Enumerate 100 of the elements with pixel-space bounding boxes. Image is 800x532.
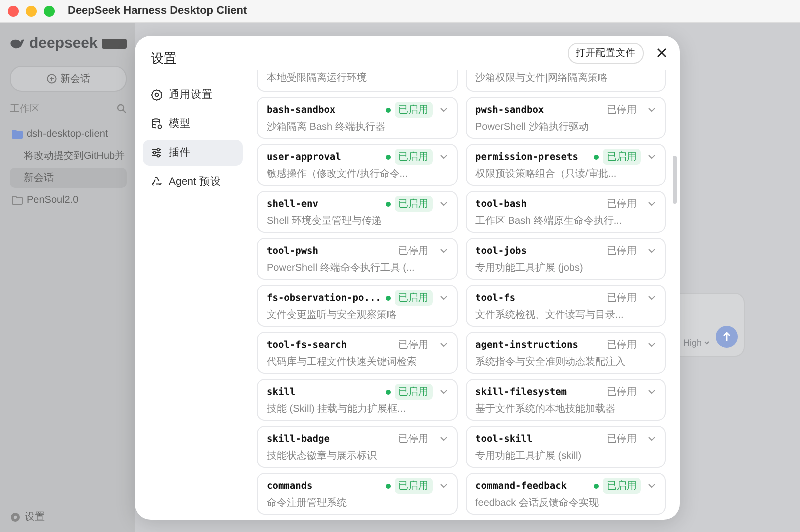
chevron-down-icon[interactable] xyxy=(648,388,656,396)
chevron-down-icon[interactable] xyxy=(440,200,448,208)
plugin-card[interactable]: skill-badge 已停用 技能状态徽章与展示标识 xyxy=(257,426,458,468)
status-badge: 已启用 xyxy=(394,149,432,165)
plugin-description: Shell 环境变量管理与传递 xyxy=(267,214,384,228)
status-label: 已停用 xyxy=(606,245,638,259)
plugin-description: 文件变更监听与安全观察策略 xyxy=(267,308,398,322)
plugin-name: agent-instructions xyxy=(476,340,580,350)
chevron-down-icon xyxy=(704,340,710,346)
plugin-description: 代码库与工程文件快速关键词检索 xyxy=(267,356,418,369)
chevron-down-icon[interactable] xyxy=(648,247,656,255)
plugin-name: command-feedback xyxy=(476,480,568,492)
plugin-description: 沙箱隔离 Bash 终端执行器 xyxy=(267,120,386,134)
plugin-card[interactable]: tool-jobs 已停用 专用功能工具扩展 (jobs) xyxy=(466,238,666,280)
nav-item[interactable]: 插件 xyxy=(143,140,243,166)
status-label: 已停用 xyxy=(606,292,638,306)
plugin-description: PowerShell 沙箱执行驱动 xyxy=(476,120,590,134)
plugin-name: bash-sandbox xyxy=(267,104,337,116)
plugin-description: 本地受限隔离运行环境 xyxy=(267,72,368,85)
whale-icon xyxy=(10,38,26,50)
database-icon xyxy=(151,118,163,130)
plugin-name: tool-bash xyxy=(476,198,528,210)
plugin-description: 专用功能工具扩展 (skill) xyxy=(476,450,583,463)
plugin-name: tool-skill xyxy=(476,434,534,444)
chevron-down-icon[interactable] xyxy=(440,341,448,349)
gear-icon xyxy=(10,512,21,522)
plugin-card[interactable]: pwsh-sandbox 已停用 PowerShell 沙箱执行驱动 xyxy=(466,97,666,139)
plugin-card[interactable]: permission-presets 已启用 权限预设策略组合（只读/审批... xyxy=(466,144,666,186)
plugin-card[interactable]: tool-fs 已停用 文件系统检视、文件读写与目录... xyxy=(466,285,666,327)
plugin-name: permission-presets xyxy=(476,152,580,162)
window-title: DeepSeek Harness Desktop Client xyxy=(68,5,248,17)
status-label: 已停用 xyxy=(606,386,638,400)
plugin-card[interactable]: tool-fs-search 已停用 代码库与工程文件快速关键词检索 xyxy=(257,332,458,374)
plugin-name: tool-fs xyxy=(476,292,517,304)
status-badge: 已启用 xyxy=(394,478,432,494)
plugin-description: 技能 (Skill) 挂载与能力扩展框... xyxy=(267,402,407,416)
status-label: 已停用 xyxy=(606,433,638,447)
chevron-down-icon[interactable] xyxy=(440,482,448,490)
chevron-down-icon[interactable] xyxy=(648,435,656,443)
plugin-card[interactable]: skill 已启用 技能 (Skill) 挂载与能力扩展框... xyxy=(257,379,458,421)
plugin-card[interactable]: commands 已启用 命令注册管理系统 xyxy=(257,473,458,515)
plugin-description: 沙箱权限与文件|网络隔离策略 xyxy=(476,72,610,85)
chevron-down-icon[interactable] xyxy=(440,247,448,255)
plugin-name: tool-jobs xyxy=(476,246,528,256)
plugin-card[interactable]: bash-sandbox 已启用 沙箱隔离 Bash 终端执行器 xyxy=(257,97,458,139)
plugin-name: fs-observation-po... xyxy=(267,292,382,304)
chevron-down-icon[interactable] xyxy=(648,106,656,114)
plugin-description: 工作区 Bash 终端原生命令执行... xyxy=(476,214,624,228)
plugin-name: skill xyxy=(267,386,297,398)
dialog-title: 设置 xyxy=(151,50,178,68)
nav-item[interactable]: 通用设置 xyxy=(143,82,243,108)
plugin-description: 文件系统检视、文件读写与目录... xyxy=(476,308,625,322)
plugin-card[interactable]: user-approval 已启用 敏感操作（修改文件/执行命令... xyxy=(257,144,458,186)
chevron-down-icon[interactable] xyxy=(648,482,656,490)
chevron-down-icon[interactable] xyxy=(440,106,448,114)
plugin-name: skill-badge xyxy=(267,434,331,444)
version-badge xyxy=(102,38,127,48)
plugin-description: 命令注册管理系统 xyxy=(267,496,348,510)
search-icon[interactable] xyxy=(117,104,127,114)
chevron-down-icon[interactable] xyxy=(648,200,656,208)
status-label: 已停用 xyxy=(398,339,430,353)
plugin-name: user-approval xyxy=(267,152,342,162)
plugin-name: commands xyxy=(267,480,314,492)
sliders-icon xyxy=(151,147,163,159)
chevron-down-icon[interactable] xyxy=(440,294,448,302)
new-chat-button[interactable]: 新会话 xyxy=(10,66,127,92)
scrollbar-thumb[interactable] xyxy=(673,156,677,204)
status-label: 已停用 xyxy=(398,245,430,259)
nav-item[interactable]: Agent 预设 xyxy=(143,169,243,195)
plugin-card[interactable]: tool-skill 已停用 专用功能工具扩展 (skill) xyxy=(466,426,666,468)
plugin-card[interactable]: tool-bash 已停用 工作区 Bash 终端原生命令执行... xyxy=(466,191,666,233)
plugin-card[interactable]: agent-instructions 已停用 系统指令与安全准则动态装配注入 xyxy=(466,332,666,374)
chevron-down-icon[interactable] xyxy=(440,435,448,443)
plugin-name: tool-fs-search xyxy=(267,340,348,350)
plugin-description: feedback 会话反馈命令实现 xyxy=(476,496,600,510)
chevron-down-icon[interactable] xyxy=(440,388,448,396)
plugin-card[interactable]: skill-filesystem 已停用 基于文件系统的本地技能加载器 xyxy=(466,379,666,421)
plugin-name: tool-pwsh xyxy=(267,246,320,256)
send-button[interactable] xyxy=(716,326,738,348)
plugin-name: shell-env xyxy=(267,198,320,210)
chevron-down-icon[interactable] xyxy=(648,294,656,302)
plugin-description: 技能状态徽章与展示标识 xyxy=(267,450,378,463)
plugin-name: skill-filesystem xyxy=(476,386,568,398)
status-badge: 已启用 xyxy=(394,196,432,212)
nav-item[interactable]: 模型 xyxy=(143,111,243,137)
minimize-window-button[interactable] xyxy=(26,6,37,16)
plugin-card[interactable]: shell-env 已启用 Shell 环境变量管理与传递 xyxy=(257,191,458,233)
folder-icon xyxy=(12,130,23,138)
logo-text: deepseek xyxy=(29,35,98,52)
plugin-card[interactable]: tool-pwsh 已停用 PowerShell 终端命令执行工具 (... xyxy=(257,238,458,280)
chevron-down-icon[interactable] xyxy=(440,153,448,161)
plugin-card[interactable]: fs-observation-po... 已启用 文件变更监听与安全观察策略 xyxy=(257,285,458,327)
plugin-card[interactable]: command-feedback 已启用 feedback 会话反馈命令实现 xyxy=(466,473,666,515)
workspace-label: 工作区 xyxy=(10,103,40,116)
open-config-button[interactable]: 打开配置文件 xyxy=(568,42,644,64)
chevron-down-icon[interactable] xyxy=(648,153,656,161)
close-window-button[interactable] xyxy=(8,6,19,16)
status-badge: 已启用 xyxy=(603,149,641,165)
chevron-down-icon[interactable] xyxy=(648,341,656,349)
zoom-window-button[interactable] xyxy=(44,6,55,16)
